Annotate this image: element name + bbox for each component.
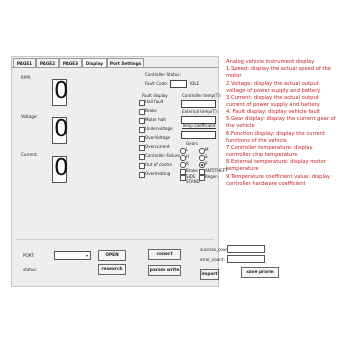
connect-button[interactable]: conect	[148, 249, 181, 260]
annotation-external-temp: 8.External temperature: display motor te…	[226, 159, 326, 173]
temp-coefficient-label: Temp coefficient	[182, 123, 216, 129]
fault-code-value: IDLE	[190, 81, 200, 86]
gear-m-radio[interactable]	[199, 148, 205, 154]
antitheft-label: ANTITHEFT	[205, 168, 228, 173]
hall-fault-checkbox[interactable]	[139, 100, 145, 106]
out-of-control-checkbox[interactable]	[139, 163, 145, 169]
controller-status-label: Controller Status:	[145, 72, 181, 77]
side-stand-checkbox[interactable]	[180, 175, 186, 181]
overvoltage-label: OverVoltage	[145, 135, 171, 140]
open-button[interactable]: OPEN	[98, 250, 126, 261]
section-divider	[16, 239, 214, 240]
motor-halt-checkbox[interactable]	[139, 118, 145, 124]
gear-l-label: L	[186, 147, 189, 152]
gear-h-radio[interactable]	[180, 155, 186, 161]
brake-label: Brake	[186, 168, 198, 173]
overheating-label: Overheating	[145, 171, 171, 176]
voltage-value: 0	[54, 116, 69, 142]
chevron-down-icon: ▾	[85, 253, 88, 258]
fault-code-label: Fault Code:	[145, 81, 168, 86]
status-label: status:	[23, 267, 37, 272]
tab-divider	[12, 67, 218, 68]
gear-s-label: S	[205, 154, 208, 159]
controller-failure-label: Controller Failure	[145, 153, 180, 158]
current-display: 0	[52, 155, 69, 183]
annotation-notes: Analog vehicle instrument display 1.Spee…	[226, 59, 338, 188]
gear-p-radio[interactable]	[199, 162, 205, 168]
brake-checkbox[interactable]	[180, 169, 186, 175]
annotation-temp-coefficient: 9.Temperature coefficient value: display…	[226, 173, 331, 187]
controller-temp-field	[181, 100, 216, 108]
brake-fault-checkbox[interactable]	[139, 109, 145, 115]
port-select[interactable]: ▾	[54, 251, 91, 260]
overcurrent-label: Overcurrent	[145, 144, 170, 149]
gears-label: Gears	[186, 141, 199, 146]
param-write-button[interactable]: param write	[148, 265, 181, 276]
undervoltage-label: Undervoltage	[145, 126, 173, 131]
voltage-label: Voltage:	[21, 114, 38, 119]
current-value: 0	[54, 155, 69, 181]
rpm-value: 0	[54, 78, 69, 104]
gear-r-radio[interactable]	[180, 162, 186, 168]
brake-fault-label: Brake	[145, 108, 157, 113]
regen-label: Regen	[205, 174, 218, 179]
error-count-label: error_count:	[200, 257, 225, 262]
overheating-checkbox[interactable]	[139, 172, 145, 178]
annotation-current: 3.Current: display the actual output cur…	[226, 94, 320, 108]
controller-temp-label: Controller temp(T):	[182, 93, 222, 98]
fault-display-label: Fault display	[142, 93, 168, 98]
voltage-display: 0	[52, 116, 69, 144]
controller-failure-checkbox[interactable]	[139, 154, 145, 160]
annotation-gear: 5.Gear display: display the current gear…	[226, 116, 336, 130]
gear-m-label: M	[205, 147, 209, 152]
overvoltage-checkbox[interactable]	[139, 136, 145, 142]
save-param-button[interactable]: save prarm	[241, 267, 279, 278]
annotation-function: 6.Function display: display the current …	[226, 130, 326, 144]
external-temp-label: External temp(T):	[182, 109, 219, 114]
fault-code-field	[170, 80, 187, 88]
regen-checkbox[interactable]	[199, 175, 205, 181]
motor-halt-label: Motor halt	[145, 117, 166, 122]
rpm-label: RPM:	[21, 75, 32, 80]
gear-p-label: P	[205, 161, 208, 166]
import-param-button[interactable]: import prarm	[200, 269, 219, 280]
rpm-display: 0	[52, 78, 69, 106]
temp-coefficient-field	[181, 131, 216, 139]
annotation-speed: 1.Speed: display the actual speed of the…	[226, 66, 331, 80]
research-button[interactable]: research	[98, 264, 126, 275]
port-label: PORT:	[23, 253, 35, 258]
annotation-fault: 4. Fault display: display vehicle fault	[226, 109, 321, 116]
annotation-controller-temp: 7.Controller temperature: display contro…	[226, 145, 313, 159]
gear-r-label: R	[186, 161, 189, 166]
current-label: Current:	[21, 152, 38, 157]
gear-s-radio[interactable]	[199, 155, 205, 161]
annotation-title: Analog vehicle instrument display	[226, 59, 315, 65]
overcurrent-checkbox[interactable]	[139, 145, 145, 151]
gear-l-radio[interactable]	[180, 148, 186, 154]
app-window: PAGE1 PAGE2 PAGE3 Display Port Settings …	[11, 56, 231, 287]
out-of-control-label: Out of contro	[145, 162, 173, 167]
error-count-value-field	[227, 255, 265, 263]
annotation-voltage: 2.Voltage: display the actual output vol…	[226, 80, 321, 94]
hall-fault-label: Hall fault	[145, 99, 164, 104]
undervoltage-checkbox[interactable]	[139, 127, 145, 133]
gear-h-label: H	[186, 154, 190, 159]
success-count-value-field	[227, 245, 265, 253]
